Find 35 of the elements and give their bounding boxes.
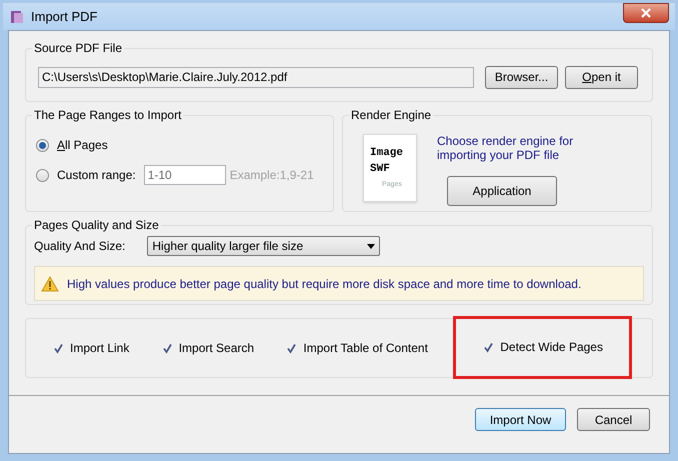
radio-label: Custom range: xyxy=(57,167,136,184)
window-title: Import PDF xyxy=(31,8,98,26)
checkbox[interactable] xyxy=(160,342,174,354)
dialog-button[interactable]: Browser... xyxy=(485,66,558,88)
application-button[interactable]: Application xyxy=(447,176,557,206)
icon-text: Image xyxy=(370,146,404,161)
option-label: Import Search xyxy=(178,340,254,357)
example-hint: Example:1,9-21 xyxy=(230,167,314,184)
close-button[interactable] xyxy=(623,2,669,22)
dropdown-arrow-icon xyxy=(367,244,376,248)
radio-button[interactable] xyxy=(36,168,49,182)
checkbox[interactable] xyxy=(52,342,65,354)
warning-text: High values produce better page quality but require more disk space and more time to download. xyxy=(67,276,582,292)
warning-icon xyxy=(41,276,59,292)
group-title: The Page Ranges to Import xyxy=(32,107,184,123)
dialog-button[interactable]: Open it xyxy=(565,66,638,88)
option-label: Import Table of Content xyxy=(303,340,428,357)
close-icon xyxy=(641,8,651,18)
quality-label: Quality And Size: xyxy=(34,238,126,255)
app-icon xyxy=(9,8,25,24)
group-title: Render Engine xyxy=(349,107,434,123)
radio-button[interactable] xyxy=(36,138,49,152)
radio-label: All Pages xyxy=(57,137,108,154)
icon-text: SWF xyxy=(370,162,390,177)
checkbox[interactable] xyxy=(285,342,298,354)
group-title: Pages Quality and Size xyxy=(32,217,161,233)
path-field[interactable]: C:\Users\s\Desktop\Marie.Claire.July.2012.pdf xyxy=(38,66,474,88)
checkbox[interactable] xyxy=(482,340,496,354)
quality-dropdown[interactable]: Higher quality larger file size xyxy=(147,236,380,256)
dialog-button[interactable]: Cancel xyxy=(577,408,650,431)
option-label: Import Link xyxy=(70,340,130,357)
engine-description: Choose render engine for importing your PDF file xyxy=(437,134,574,162)
dialog-button[interactable]: Import Now xyxy=(475,408,566,431)
option-label: Detect Wide Pages xyxy=(500,339,603,356)
range-field[interactable]: 1-10 xyxy=(144,165,226,185)
